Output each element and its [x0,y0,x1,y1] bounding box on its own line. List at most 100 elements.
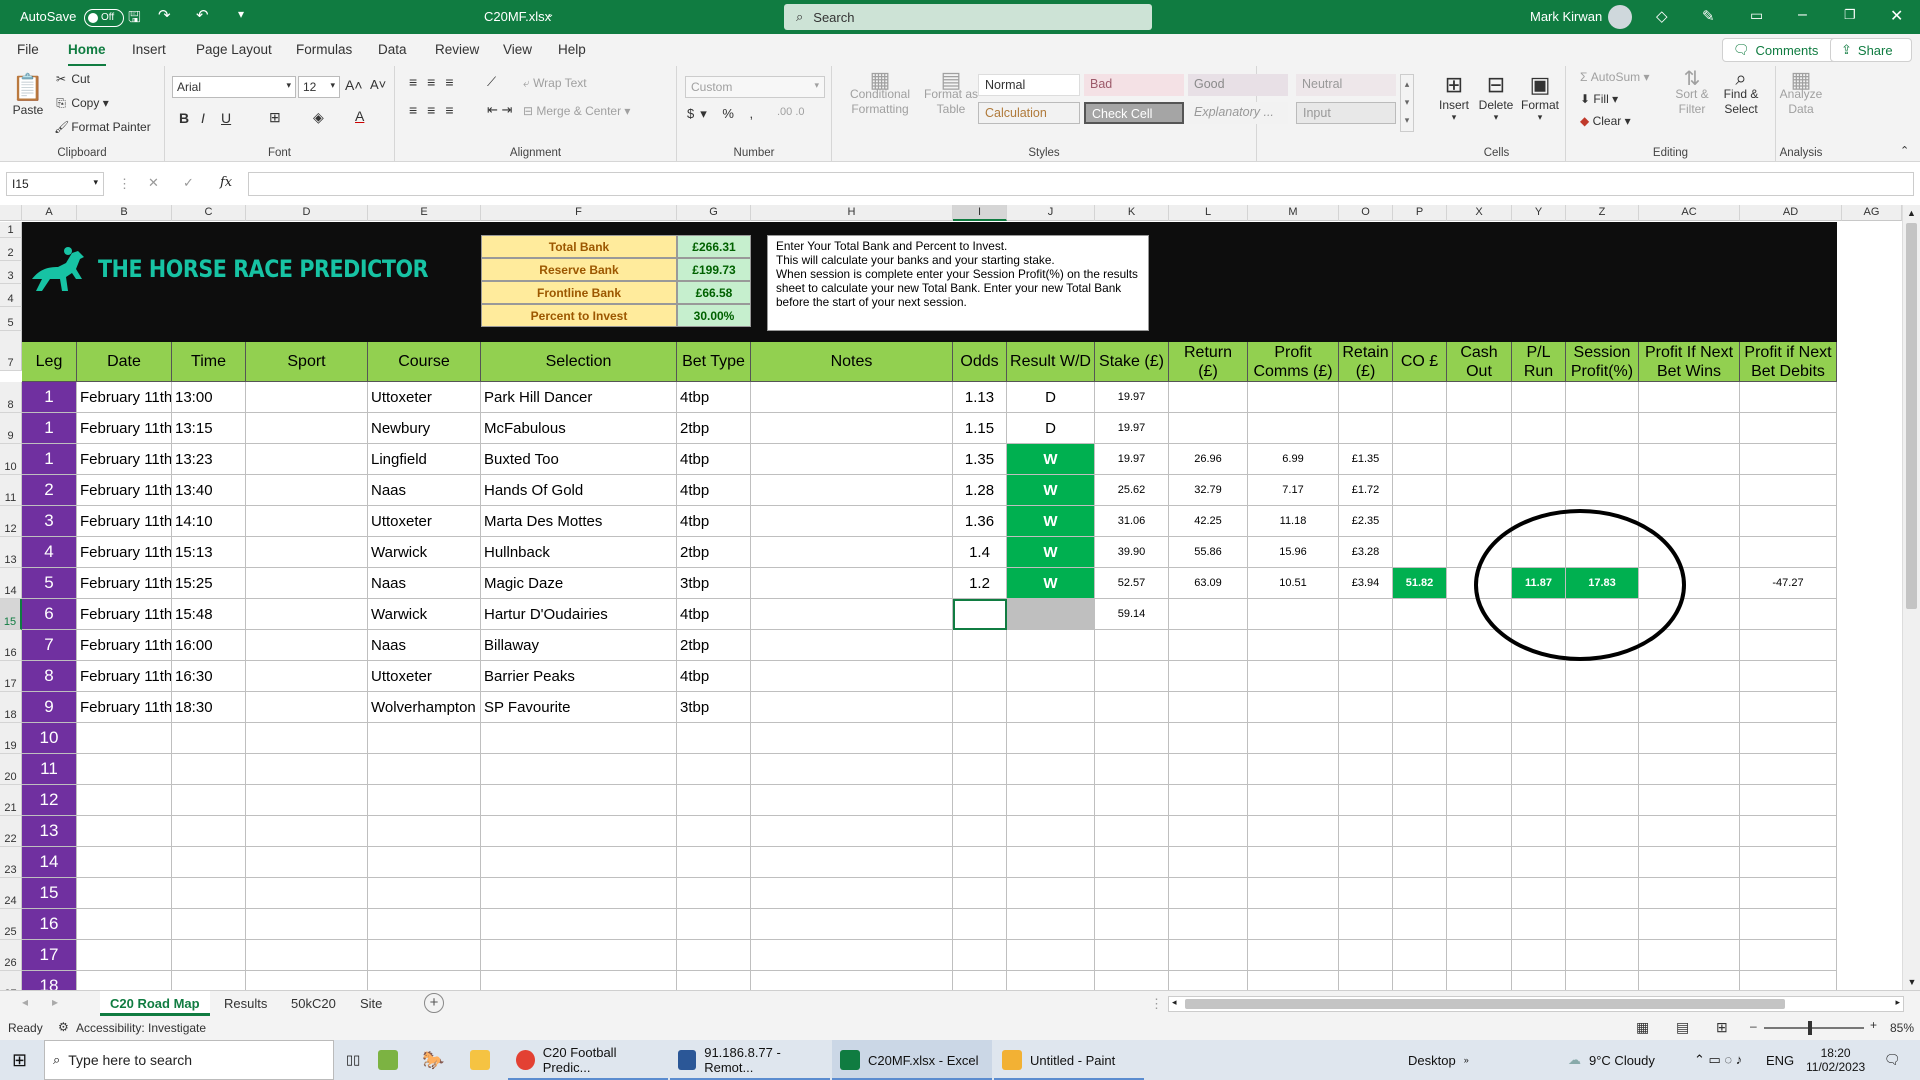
cash-out-cell[interactable] [1447,754,1512,785]
enter-icon[interactable]: ✓ [183,175,194,191]
profit-if-debits-cell[interactable]: -47.27 [1740,568,1837,599]
co-cell[interactable] [1393,506,1447,537]
col-header[interactable]: B [77,205,172,221]
row-header[interactable]: 1 [0,222,22,238]
taskbar-excel[interactable]: C20MF.xlsx - Excel [832,1040,992,1080]
customize-qat-icon[interactable]: ▾ [238,7,244,21]
profit-if-debits-cell[interactable] [1740,537,1837,568]
bold-button[interactable]: B [179,110,189,126]
number-format-select[interactable]: Custom ▾ [685,76,825,98]
sport-cell[interactable] [246,692,368,723]
cancel-icon[interactable]: ✕ [148,175,159,191]
session-profit-cell[interactable] [1566,444,1639,475]
return-cell[interactable]: 32.79 [1169,475,1248,506]
task-view-icon[interactable]: ▯▯ [338,1040,368,1080]
retain-cell[interactable]: £1.72 [1339,475,1393,506]
odds-cell[interactable]: 1.36 [953,506,1007,537]
result-cell[interactable] [1007,661,1095,692]
cash-out-cell[interactable] [1447,909,1512,940]
sport-cell[interactable] [246,537,368,568]
pl-run-cell[interactable] [1512,692,1566,723]
result-cell[interactable] [1007,816,1095,847]
co-cell[interactable] [1393,909,1447,940]
row-header[interactable]: 5 [0,307,22,331]
date-cell[interactable] [77,971,172,990]
leg-cell[interactable]: 7 [22,630,77,661]
format-painter-button[interactable]: 🖌 Format Painter [54,120,151,134]
return-cell[interactable] [1169,599,1248,630]
odds-cell[interactable]: 1.2 [953,568,1007,599]
cash-out-cell[interactable] [1447,785,1512,816]
date-cell[interactable]: February 11th [77,661,172,692]
retain-cell[interactable] [1339,754,1393,785]
course-cell[interactable]: Naas [368,568,481,599]
col-header[interactable]: A [22,205,77,221]
profit-if-wins-cell[interactable] [1639,785,1740,816]
search-input[interactable]: ⌕ Search [784,4,1152,30]
row-header[interactable]: 3 [0,261,22,284]
selection-cell[interactable]: Barrier Peaks [481,661,677,692]
date-cell[interactable]: February 11th [77,537,172,568]
profit-if-wins-cell[interactable] [1639,816,1740,847]
header-stake[interactable]: Stake (£) [1095,342,1169,382]
profit-comms-cell[interactable] [1248,785,1339,816]
row-header[interactable]: 17 [0,661,22,692]
col-header[interactable]: F [481,205,677,221]
profit-comms-cell[interactable]: 11.18 [1248,506,1339,537]
retain-cell[interactable] [1339,382,1393,413]
profit-if-debits-cell[interactable] [1740,909,1837,940]
profit-comms-cell[interactable]: 7.17 [1248,475,1339,506]
odds-cell[interactable] [953,816,1007,847]
prev-sheet-icon[interactable]: ◂ [22,995,28,1009]
retain-cell[interactable] [1339,661,1393,692]
bet-type-cell[interactable] [677,909,751,940]
stake-cell[interactable] [1095,971,1169,990]
bank-value[interactable]: 30.00% [677,304,751,327]
bet-type-cell[interactable] [677,816,751,847]
row-header[interactable]: 22 [0,816,22,847]
bet-type-cell[interactable]: 4tbp [677,382,751,413]
italic-button[interactable]: I [201,110,205,126]
col-header[interactable]: X [1447,205,1512,221]
co-cell[interactable] [1393,599,1447,630]
row-header[interactable]: 19 [0,723,22,754]
profit-if-wins-cell[interactable] [1639,444,1740,475]
stake-cell[interactable]: 19.97 [1095,444,1169,475]
profit-comms-cell[interactable] [1248,847,1339,878]
bet-type-cell[interactable]: 2tbp [677,537,751,568]
pl-run-cell[interactable] [1512,785,1566,816]
notes-cell[interactable] [751,413,953,444]
time-cell[interactable] [172,847,246,878]
time-cell[interactable] [172,723,246,754]
leg-cell[interactable]: 8 [22,661,77,692]
session-profit-cell[interactable] [1566,723,1639,754]
col-header[interactable]: AC [1639,205,1740,221]
scroll-down-icon[interactable]: ▼ [1903,977,1920,987]
co-cell[interactable] [1393,940,1447,971]
horizontal-scrollbar[interactable]: ◂ ▸ [1168,996,1904,1012]
taskbar-remote-desktop[interactable]: 91.186.8.77 - Remot... [670,1040,830,1080]
odds-cell[interactable] [953,847,1007,878]
sport-cell[interactable] [246,506,368,537]
bet-type-cell[interactable]: 4tbp [677,661,751,692]
row-header[interactable]: 2 [0,238,22,261]
zoom-slider[interactable] [1764,1021,1864,1035]
bank-value[interactable]: £66.58 [677,281,751,304]
profit-comms-cell[interactable] [1248,754,1339,785]
sport-cell[interactable] [246,971,368,990]
sport-cell[interactable] [246,475,368,506]
retain-cell[interactable]: £2.35 [1339,506,1393,537]
copy-button[interactable]: ⎘ Copy ▾ [54,96,109,111]
return-cell[interactable]: 42.25 [1169,506,1248,537]
selection-cell[interactable] [481,816,677,847]
time-cell[interactable]: 18:30 [172,692,246,723]
minimize-icon[interactable]: – [1798,6,1807,24]
course-cell[interactable]: Warwick [368,599,481,630]
profit-if-debits-cell[interactable] [1740,382,1837,413]
profit-comms-cell[interactable] [1248,971,1339,990]
date-cell[interactable]: February 11th [77,630,172,661]
normal-view-icon[interactable]: ▦ [1636,1019,1649,1036]
result-cell[interactable] [1007,847,1095,878]
taskbar-search[interactable]: ⌕ Type here to search [44,1040,334,1080]
insert-function-icon[interactable]: fx [220,175,232,190]
